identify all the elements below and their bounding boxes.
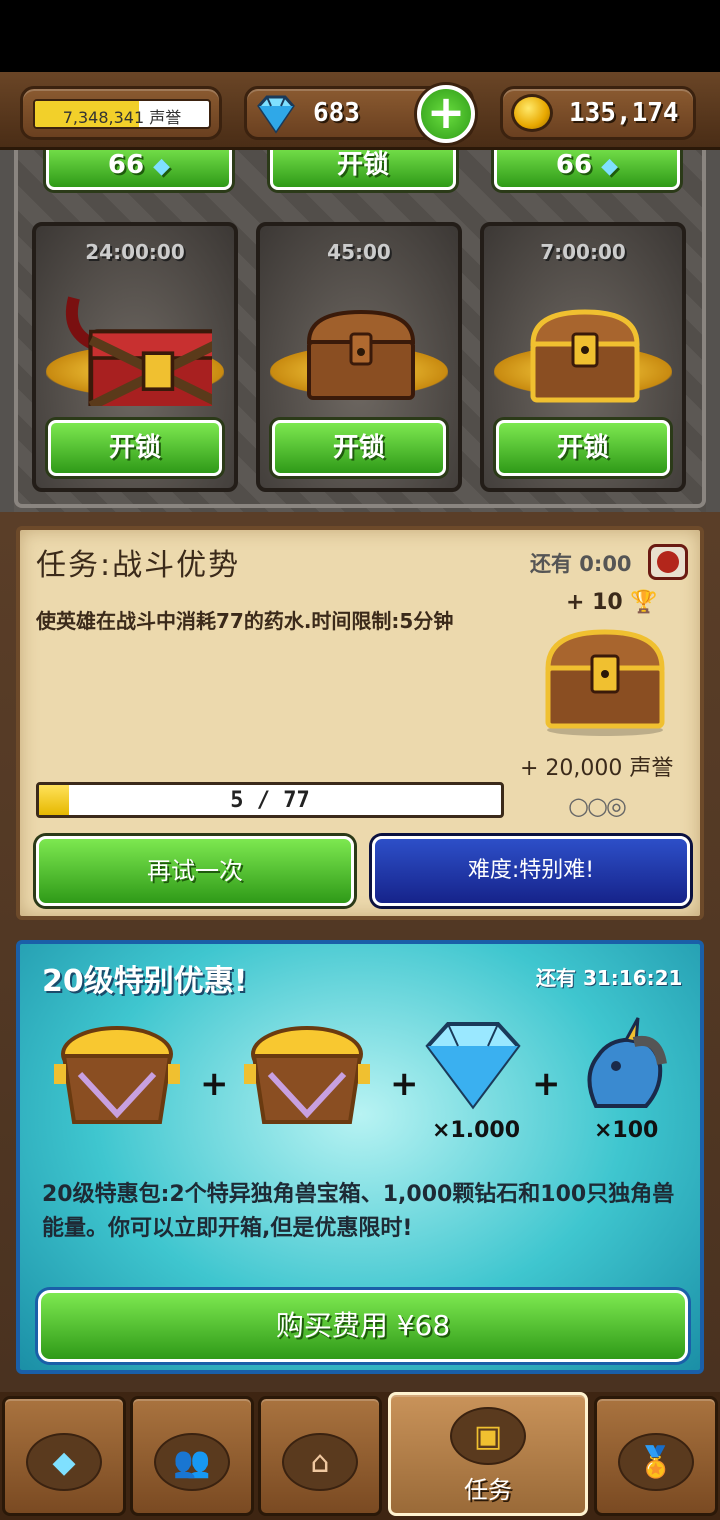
- nav-achievements[interactable]: 🏅: [594, 1396, 718, 1516]
- diamond-icon: ◆: [153, 154, 171, 179]
- chest-slot-3[interactable]: 7:00:00 开锁: [480, 222, 686, 492]
- chest-timer-3: 7:00:00: [540, 240, 626, 264]
- nav-team[interactable]: 👥: [130, 1396, 254, 1516]
- prestige-bar: 7,348,341 声誉: [33, 99, 211, 129]
- status-bar: [0, 0, 720, 72]
- add-gems-button[interactable]: +: [417, 85, 475, 143]
- offer-time-left: 还有 31:16:21: [536, 966, 683, 990]
- quest-description: 使英雄在战斗中消耗77的药水.时间限制:5分钟: [36, 609, 454, 633]
- unicorn-chest-icon: [54, 1026, 180, 1124]
- chest-icon: ▣: [473, 1419, 503, 1454]
- trophy-reward-value: + 10: [566, 590, 623, 615]
- top-resource-bar: 7,348,341 声誉 683 + 135,174: [0, 72, 720, 150]
- gold-counter[interactable]: 135,174: [500, 86, 696, 140]
- prestige-reward: + 20,000 声誉: [520, 756, 674, 781]
- diamond-icon: ◆: [52, 1445, 76, 1480]
- quest-title: 任务:战斗优势: [36, 548, 241, 583]
- unlock-button-3[interactable]: 开锁: [496, 420, 670, 476]
- quest-progress-bar: 5 / 77: [36, 782, 504, 818]
- difficulty-dots: ○○◎: [568, 792, 627, 820]
- diamond-icon: [257, 95, 295, 134]
- offer-description: 20级特惠包:2个特异独角兽宝箱、1,000颗钻石和100只独角兽能量。你可以立…: [42, 1182, 675, 1241]
- plus-icon: +: [200, 1064, 229, 1104]
- quest-progress-text: 5 / 77: [230, 788, 310, 813]
- chest-slot-2[interactable]: 45:00 开锁: [256, 222, 462, 492]
- wooden-chest-icon: [306, 309, 416, 400]
- trophy-reward: + 10 🏆: [566, 590, 658, 615]
- retry-button[interactable]: 再试一次: [36, 836, 354, 906]
- diamond-icon: [425, 1022, 521, 1110]
- diamond-icon: ◆: [601, 154, 619, 179]
- coin-icon: [511, 94, 553, 132]
- top-row-label-1: 66: [107, 150, 145, 180]
- top-row-label-2: 开锁: [336, 150, 389, 180]
- reward-chest-icon: [545, 629, 665, 736]
- chest-slots-area: 66 ◆ 开锁 66 ◆ 24:00:00 开锁 45:00 开锁 7:00:0…: [0, 150, 720, 512]
- unicorn-chest-icon: [244, 1026, 370, 1124]
- gem-value: 683: [313, 98, 360, 128]
- house-icon: ⌂: [310, 1445, 330, 1480]
- nav-shop[interactable]: ◆: [2, 1396, 126, 1516]
- trophy-icon: 🏆: [630, 590, 658, 615]
- unicorn-quantity: ×100: [594, 1118, 659, 1143]
- quest-time-left: 还有 0:00: [530, 552, 632, 576]
- special-offer-panel: 20级特别优惠! 还有 31:16:21 + + ×1.000 + ×100 2…: [16, 940, 704, 1374]
- gem-counter[interactable]: 683 +: [244, 85, 475, 143]
- top-row-button-1[interactable]: 66 ◆: [46, 150, 232, 190]
- top-row-button-3[interactable]: 66 ◆: [494, 150, 680, 190]
- nav-quests[interactable]: ▣ 任务: [388, 1392, 588, 1516]
- gem-quantity: ×1.000: [432, 1118, 521, 1143]
- buy-button[interactable]: 购买费用 ¥68: [38, 1290, 688, 1362]
- nav-quests-label: 任务: [464, 1476, 512, 1504]
- prestige-counter[interactable]: 7,348,341 声誉: [20, 86, 222, 140]
- plus-icon: +: [532, 1064, 561, 1104]
- medal-icon: 🏅: [637, 1445, 675, 1480]
- top-row-button-2[interactable]: 开锁: [270, 150, 456, 190]
- unlock-button-1[interactable]: 开锁: [48, 420, 222, 476]
- team-icon: 👥: [173, 1445, 211, 1480]
- nav-town[interactable]: ⌂: [258, 1396, 382, 1516]
- unlock-button-2[interactable]: 开锁: [272, 420, 446, 476]
- plus-icon: +: [426, 85, 466, 139]
- quest-cancel-button[interactable]: [648, 544, 688, 580]
- plus-icon: +: [390, 1064, 419, 1104]
- gold-trim-chest-icon: [530, 309, 640, 403]
- gold-value: 135,174: [569, 98, 679, 128]
- chest-timer-1: 24:00:00: [85, 240, 185, 264]
- prestige-value: 7,348,341 声誉: [62, 108, 182, 127]
- difficulty-button[interactable]: 难度:特别难!: [372, 836, 690, 906]
- top-row-label-3: 66: [555, 150, 593, 180]
- chest-timer-2: 45:00: [327, 240, 391, 264]
- demon-chest-icon: [65, 296, 212, 406]
- unicorn-icon: [587, 1017, 667, 1108]
- chest-slot-1[interactable]: 24:00:00 开锁: [32, 222, 238, 492]
- offer-title: 20级特别优惠!: [42, 964, 248, 999]
- quest-panel: 任务:战斗优势 还有 0:00 使英雄在战斗中消耗77的药水.时间限制:5分钟 …: [16, 526, 704, 920]
- bottom-navigation: ◆ 👥 ⌂ ▣ 任务 🏅: [0, 1392, 720, 1520]
